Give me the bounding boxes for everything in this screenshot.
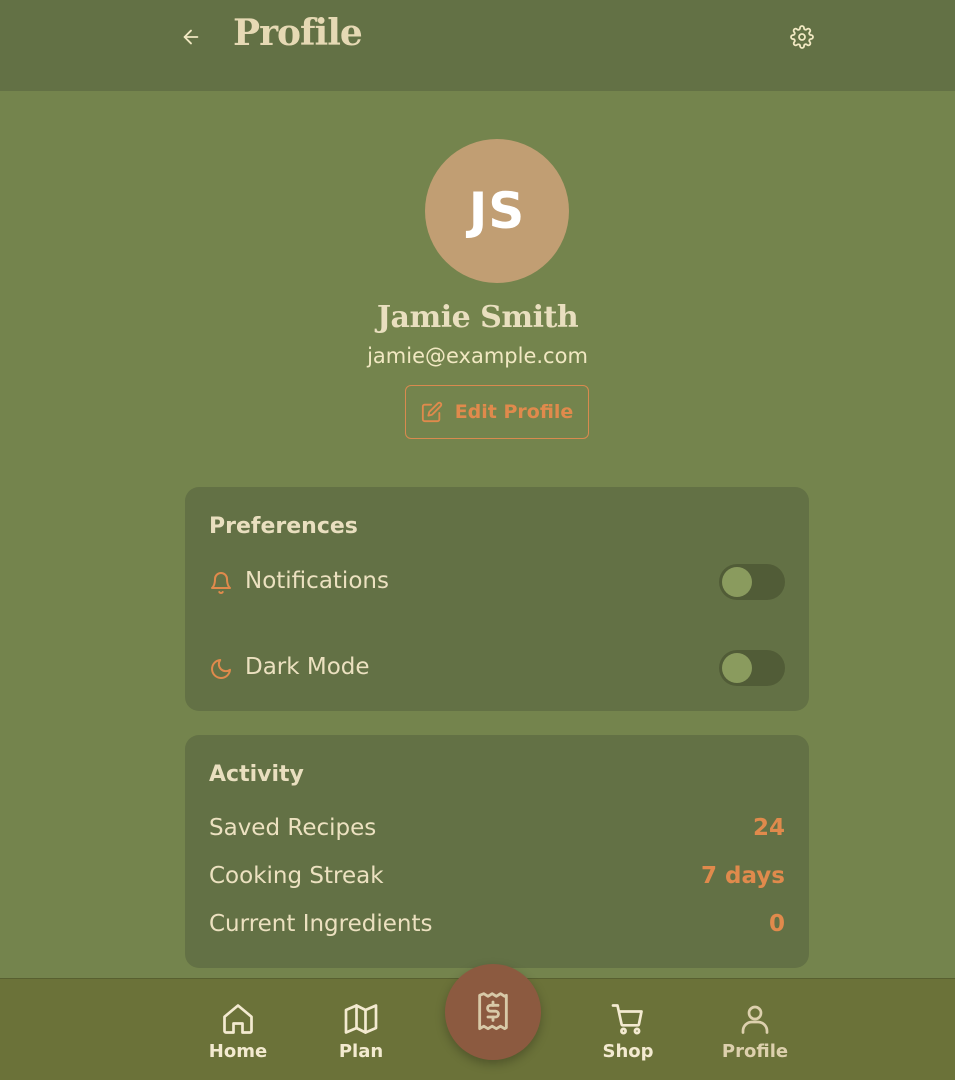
- bell-icon: [211, 572, 231, 594]
- notifications-label: Notifications: [245, 568, 389, 594]
- arrow-left-icon: [183, 29, 199, 45]
- stat-row: Cooking Streak 7 days: [209, 861, 785, 895]
- stat-label: Current Ingredients: [209, 911, 433, 937]
- back-button[interactable]: [178, 24, 204, 50]
- moon-icon: [211, 659, 231, 679]
- edit-profile-button[interactable]: Edit Profile: [405, 385, 589, 439]
- stat-label: Cooking Streak: [209, 863, 384, 889]
- activity-title: Activity: [209, 762, 304, 787]
- nav-label-home: Home: [208, 1041, 268, 1062]
- nav-item-home[interactable]: Home: [193, 1001, 283, 1071]
- home-icon: [223, 1004, 253, 1034]
- pref-row-notifications: Notifications: [209, 563, 785, 603]
- nav-item-shop[interactable]: Shop: [583, 1001, 673, 1071]
- user-email: jamie@example.com: [367, 344, 588, 368]
- notifications-toggle[interactable]: [719, 564, 785, 600]
- edit-profile-label: Edit Profile: [454, 401, 574, 423]
- nav-label-plan: Plan: [338, 1041, 384, 1062]
- user-name: Jamie Smith: [376, 300, 579, 335]
- pencil-square-icon: [421, 401, 442, 423]
- preferences-title: Preferences: [209, 514, 358, 539]
- nav-label-shop: Shop: [602, 1041, 654, 1062]
- dark-mode-toggle[interactable]: [719, 650, 785, 686]
- preferences-card: Preferences Notifications Dark Mode: [185, 487, 809, 711]
- pref-row-dark-mode: Dark Mode: [209, 649, 785, 689]
- toggle-knob: [722, 567, 752, 597]
- stat-label: Saved Recipes: [209, 815, 377, 841]
- nav-item-plan[interactable]: Plan: [316, 1001, 406, 1071]
- cart-icon: [611, 1004, 643, 1035]
- receipt-fab-button[interactable]: [445, 964, 541, 1060]
- activity-card: Activity Saved Recipes 24 Cooking Streak…: [185, 735, 809, 968]
- stat-row: Saved Recipes 24: [209, 813, 785, 847]
- avatar: JS: [425, 139, 569, 283]
- settings-button[interactable]: [789, 24, 815, 50]
- user-icon: [741, 1005, 769, 1034]
- dark-mode-label: Dark Mode: [245, 654, 370, 680]
- stat-row: Current Ingredients 0: [209, 909, 785, 943]
- page-title: Profile: [233, 12, 363, 54]
- nav-item-profile[interactable]: Profile: [710, 1001, 800, 1071]
- receipt-dollar-icon: [478, 992, 508, 1031]
- gear-icon: [790, 25, 814, 49]
- stat-value: 24: [752, 815, 785, 841]
- map-icon: [344, 1004, 378, 1034]
- top-bar: Profile: [0, 0, 955, 91]
- nav-label-profile: Profile: [721, 1041, 789, 1062]
- toggle-knob: [722, 653, 752, 683]
- stat-value: 0: [768, 911, 785, 937]
- stat-value: 7 days: [701, 863, 785, 889]
